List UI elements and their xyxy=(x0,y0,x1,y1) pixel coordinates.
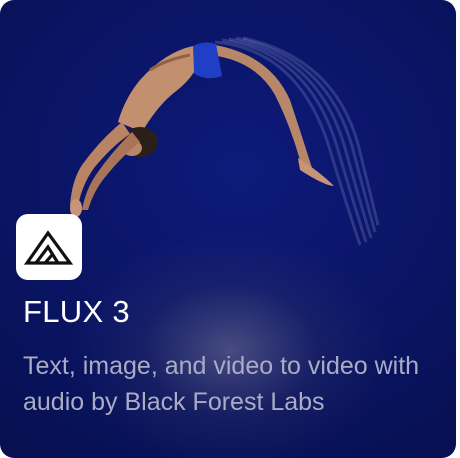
model-description: Text, image, and video to video with aud… xyxy=(23,352,420,416)
app-logo xyxy=(16,214,82,280)
black-forest-labs-logo-icon xyxy=(24,230,74,265)
model-card[interactable]: FLUX 3 Text, image, and video to video w… xyxy=(0,0,456,458)
model-title: FLUX 3 xyxy=(23,294,130,329)
